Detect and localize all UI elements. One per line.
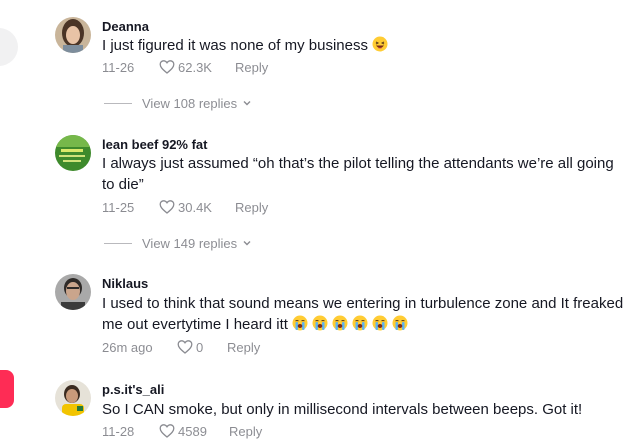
comment-date: 11-28 — [102, 423, 135, 439]
comment-meta: 26m ago 0 Reply — [102, 338, 260, 356]
divider-line — [104, 242, 132, 244]
comment-text: So I CAN smoke, but only in millisecond … — [102, 399, 632, 420]
reply-button[interactable]: Reply — [235, 200, 268, 215]
avatar[interactable] — [55, 135, 91, 171]
avatar[interactable] — [55, 380, 91, 416]
like-count: 4589 — [178, 423, 207, 439]
chevron-down-icon — [243, 101, 251, 106]
comment-username[interactable]: Niklaus — [102, 276, 148, 291]
like-button[interactable]: 30.4K — [159, 199, 235, 215]
comment-meta: 11-28 4589 Reply — [102, 422, 262, 440]
loudly-crying-emoji-icon — [372, 315, 388, 331]
comment-date: 26m ago — [102, 339, 153, 355]
loudly-crying-emoji-icon — [312, 315, 328, 331]
comment-username[interactable]: p.s.it's_ali — [102, 382, 164, 397]
view-replies-label: View 108 replies — [142, 95, 238, 111]
like-count: 30.4K — [178, 199, 212, 215]
grinning-squinting-emoji-icon — [372, 36, 388, 52]
loudly-crying-emoji-icon — [392, 315, 408, 331]
like-count: 0 — [196, 339, 204, 355]
loudly-crying-emoji-icon — [292, 315, 308, 331]
heart-outline-icon — [159, 60, 175, 74]
heart-outline-icon — [159, 424, 175, 438]
comment-meta: 11-26 62.3K Reply — [102, 58, 268, 76]
avatar[interactable] — [55, 274, 91, 310]
view-replies-button[interactable]: View 149 replies — [104, 235, 252, 251]
comment-text: I used to think that sound means we ente… — [102, 293, 632, 335]
loudly-crying-emoji-icon — [352, 315, 368, 331]
side-red-tab[interactable] — [0, 370, 14, 408]
comment-text-content: So I CAN smoke, but only in millisecond … — [102, 401, 583, 418]
like-count: 62.3K — [178, 59, 212, 75]
chevron-down-icon — [243, 241, 251, 246]
avatar[interactable] — [55, 17, 91, 53]
comment-meta: 11-25 30.4K Reply — [102, 198, 268, 216]
reply-button[interactable]: Reply — [229, 424, 262, 439]
reply-button[interactable]: Reply — [235, 60, 268, 75]
view-replies-button[interactable]: View 108 replies — [104, 95, 252, 111]
like-button[interactable]: 62.3K — [159, 59, 235, 75]
comment-text: I always just assumed “oh that’s the pil… — [102, 153, 624, 195]
heart-outline-icon — [159, 200, 175, 214]
comment-text: I just figured it was none of my busines… — [102, 35, 632, 56]
view-replies-label: View 149 replies — [142, 235, 238, 251]
comment-username[interactable]: Deanna — [102, 19, 149, 34]
divider-line — [104, 102, 132, 104]
reply-button[interactable]: Reply — [227, 340, 260, 355]
like-button[interactable]: 0 — [177, 339, 227, 355]
comment-text-content: I always just assumed “oh that’s the pil… — [102, 155, 614, 193]
loudly-crying-emoji-icon — [332, 315, 348, 331]
side-action-button[interactable] — [0, 28, 18, 66]
heart-outline-icon — [177, 340, 193, 354]
comment-date: 11-25 — [102, 199, 135, 215]
comment-date: 11-26 — [102, 59, 135, 75]
comment-username[interactable]: lean beef 92% fat — [102, 137, 208, 152]
like-button[interactable]: 4589 — [159, 423, 229, 439]
comment-text-content: I just figured it was none of my busines… — [102, 37, 368, 54]
